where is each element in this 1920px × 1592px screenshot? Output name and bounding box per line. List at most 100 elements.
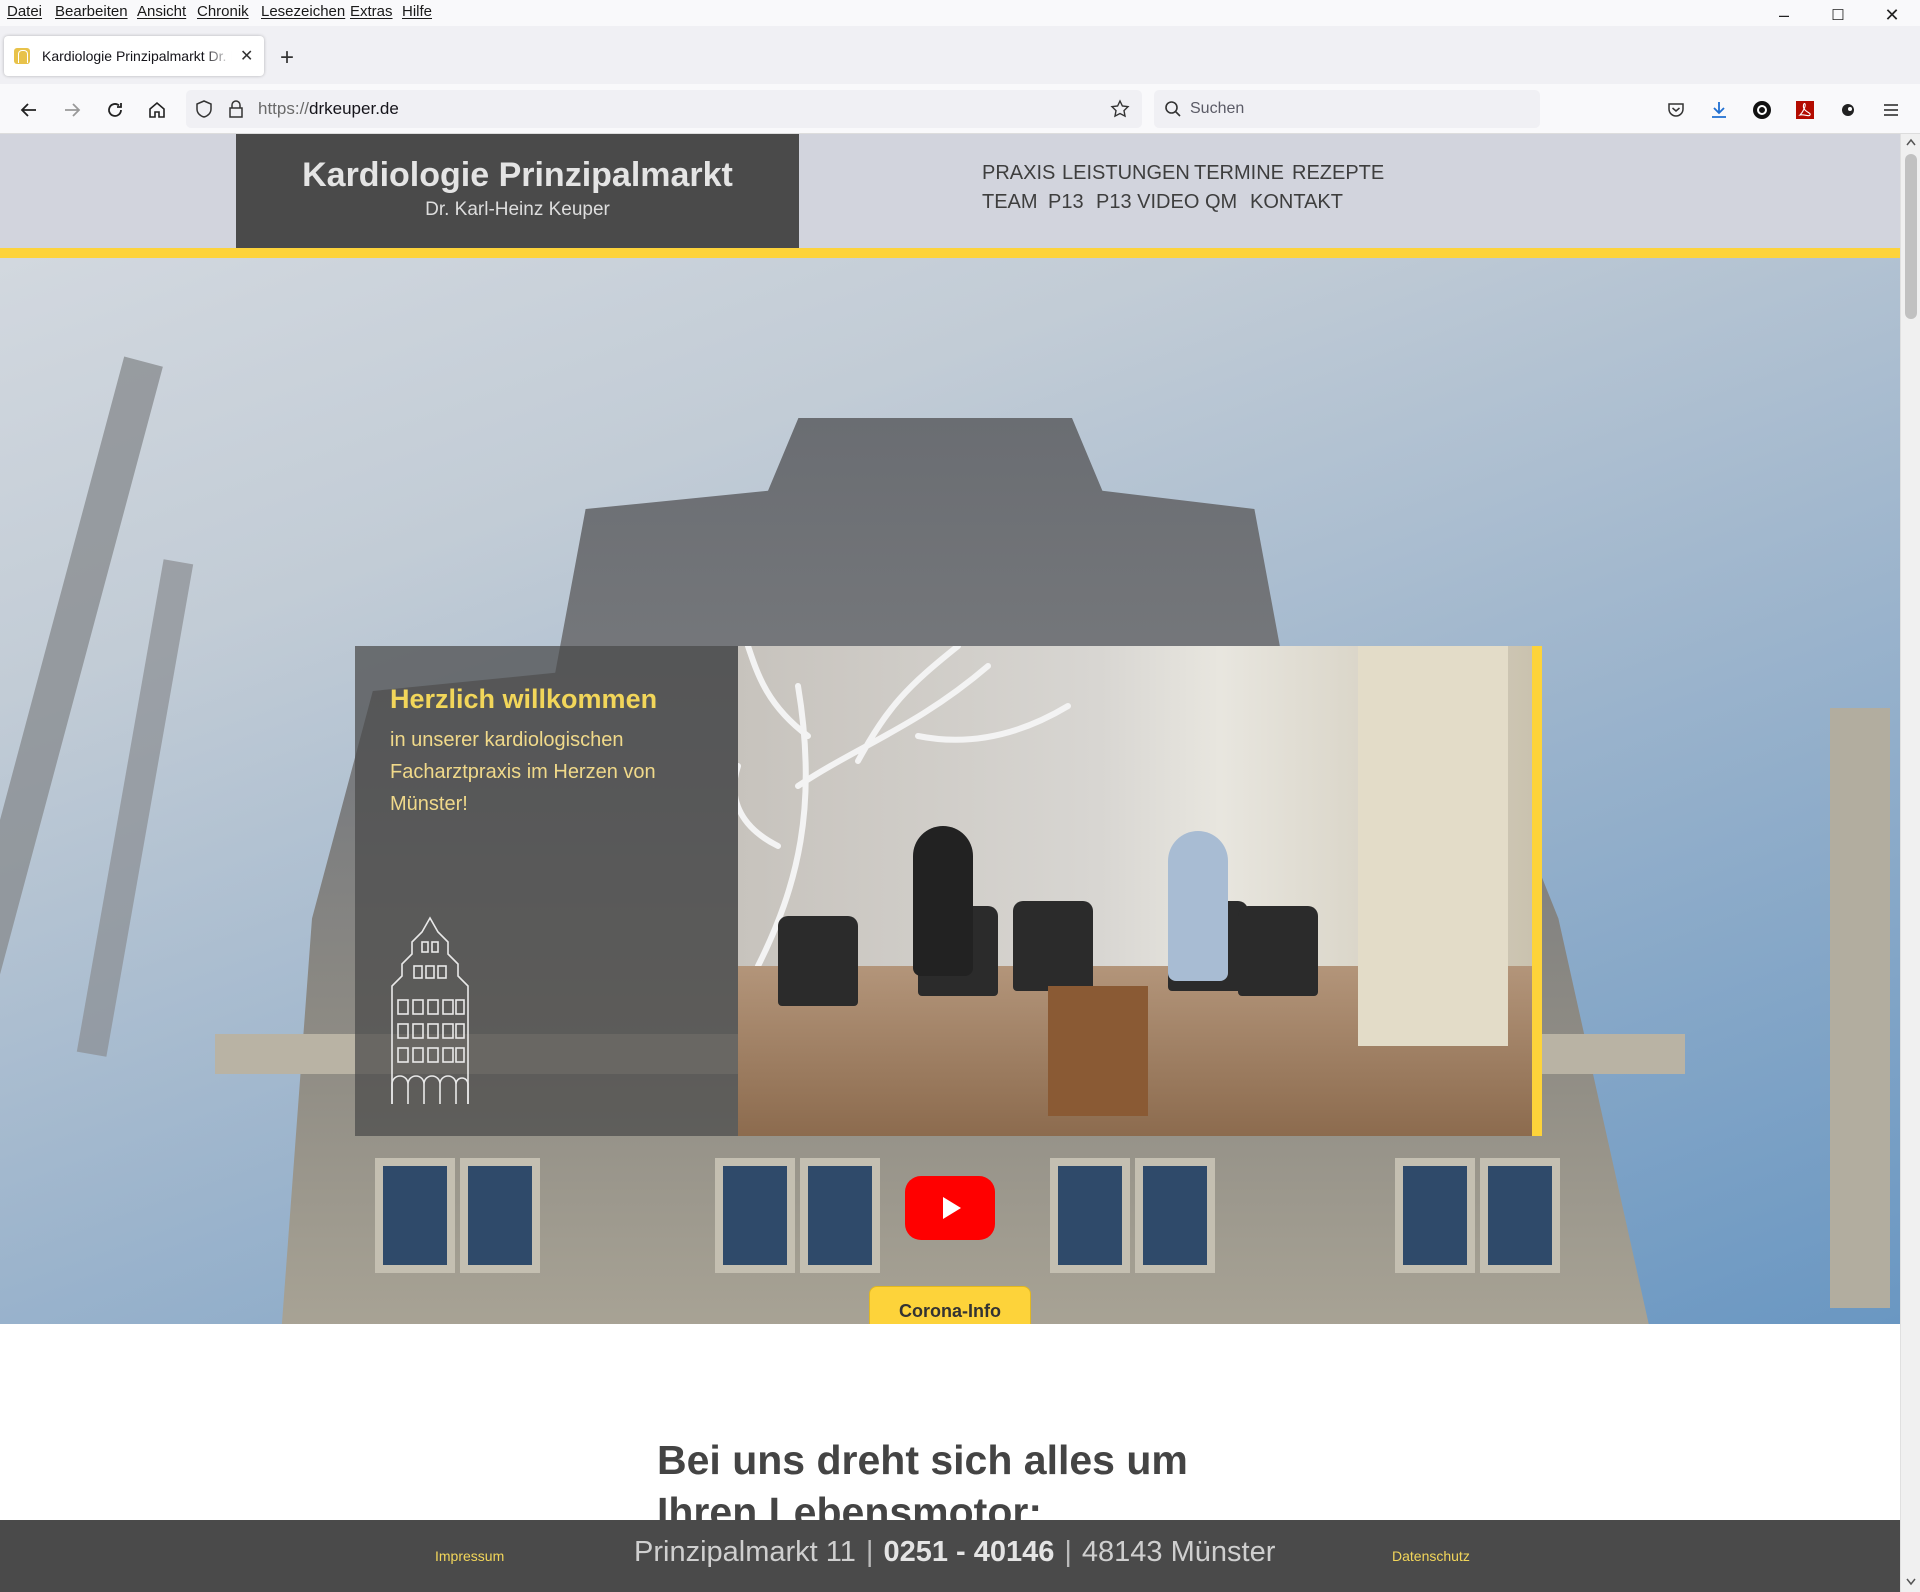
footer-street: Prinzipalmarkt 11: [634, 1536, 856, 1568]
close-window-button[interactable]: ✕: [1872, 2, 1912, 28]
home-icon: [149, 101, 165, 118]
menu-chronik[interactable]: Chronik: [197, 3, 249, 20]
arrow-right-icon: [65, 103, 81, 117]
waiting-room-photo: [738, 646, 1542, 1136]
footer-separator: |: [1064, 1536, 1072, 1568]
logo-subtitle: Dr. Karl-Heinz Keuper: [425, 199, 610, 220]
menu-datei[interactable]: Datei: [7, 3, 42, 20]
tab-close-button[interactable]: ✕: [240, 46, 253, 66]
pdf-extension-button[interactable]: [1791, 96, 1819, 124]
menu-extras[interactable]: Extras: [350, 3, 393, 20]
pdf-icon: [1796, 101, 1814, 119]
menu-lesezeichen[interactable]: Lesezeichen: [261, 3, 345, 20]
wooden-block-image: [1048, 986, 1148, 1116]
tab-title: Kardiologie Prinzipalmarkt Dr. K: [42, 48, 232, 64]
scrollbar-thumb[interactable]: [1905, 154, 1917, 319]
welcome-title: Herzlich willkommen: [390, 684, 658, 714]
star-icon[interactable]: [1110, 99, 1130, 119]
lock-icon[interactable]: [227, 99, 245, 119]
shield-icon[interactable]: [194, 99, 214, 119]
favicon-icon: [14, 48, 30, 64]
scroll-up-icon[interactable]: [1906, 138, 1916, 146]
impressum-link[interactable]: Impressum: [435, 1548, 504, 1564]
window-image: [800, 1158, 880, 1273]
window-image: [460, 1158, 540, 1273]
nav-termine[interactable]: TERMINE: [1194, 162, 1284, 185]
footer-separator: |: [865, 1536, 874, 1568]
youtube-play-button[interactable]: [905, 1176, 995, 1240]
hamburger-menu-icon: [1884, 104, 1898, 116]
nav-qm[interactable]: QM: [1205, 191, 1237, 214]
menu-hilfe[interactable]: Hilfe: [402, 3, 432, 20]
play-icon: [943, 1197, 961, 1219]
welcome-text: in unserer kardiologischen Facharztpraxi…: [390, 729, 656, 815]
forward-button[interactable]: [58, 96, 86, 124]
search-icon: [1165, 101, 1181, 117]
datenschutz-link[interactable]: Datenschutz: [1392, 1548, 1470, 1564]
browser-tab[interactable]: Kardiologie Prinzipalmarkt Dr. K ✕: [4, 36, 264, 76]
url-scheme: https://: [258, 99, 310, 118]
downloads-button[interactable]: [1705, 96, 1733, 124]
navigation-toolbar: https://drkeuper.de Suchen: [0, 84, 1920, 134]
reload-icon: [108, 103, 122, 117]
hero-section: Herzlich willkommen in unserer kardiolog…: [0, 258, 1900, 1324]
person-image: [1168, 831, 1228, 981]
menu-bearbeiten[interactable]: Bearbeiten: [55, 3, 128, 20]
chair-image: [1238, 906, 1318, 996]
search-placeholder: Suchen: [1190, 100, 1245, 117]
town-hall-outline-icon: [391, 916, 469, 1104]
menu-bar: Datei Bearbeiten Ansicht Chronik Lesezei…: [0, 0, 1920, 26]
extension-button-2[interactable]: [1834, 96, 1862, 124]
reload-button[interactable]: [101, 96, 129, 124]
window-image: [1395, 1158, 1475, 1273]
door-image: [1358, 646, 1508, 1046]
maximize-button[interactable]: ☐: [1818, 2, 1858, 28]
arrow-left-icon: [20, 103, 36, 117]
nav-rezepte[interactable]: REZEPTE: [1292, 162, 1384, 185]
back-button[interactable]: [15, 96, 43, 124]
tower-right-image: [1830, 708, 1890, 1308]
welcome-panel: Herzlich willkommen in unserer kardiolog…: [355, 646, 738, 1136]
nav-team[interactable]: TEAM: [982, 191, 1038, 214]
scroll-down-icon[interactable]: [1906, 1578, 1916, 1586]
web-page: Kardiologie Prinzipalmarkt Dr. Karl-Hein…: [0, 134, 1900, 1592]
header-accent-bar: [0, 248, 1900, 258]
extension-circle-icon: [1753, 101, 1771, 119]
window-image: [375, 1158, 455, 1273]
page-scrollbar[interactable]: [1900, 134, 1920, 1592]
sticky-footer: Impressum Prinzipalmarkt 11 | 0251 - 40146…: [0, 1520, 1900, 1592]
window-image: [1135, 1158, 1215, 1273]
site-logo[interactable]: Kardiologie Prinzipalmarkt Dr. Karl-Hein…: [236, 134, 799, 248]
nav-kontakt[interactable]: KONTAKT: [1250, 191, 1343, 214]
spire-left-2-image: [76, 559, 194, 1057]
chair-image: [1013, 901, 1093, 991]
footer-phone[interactable]: 0251 - 40146: [883, 1536, 1054, 1568]
window-image: [1480, 1158, 1560, 1273]
url-bar[interactable]: https://drkeuper.de: [186, 90, 1142, 128]
nav-praxis[interactable]: PRAXIS: [982, 162, 1055, 185]
nav-leistungen[interactable]: LEISTUNGEN: [1062, 162, 1190, 185]
new-tab-button[interactable]: +: [280, 46, 294, 70]
footer-address: Prinzipalmarkt 11 | 0251 - 40146 | 48143 Mün…: [634, 1536, 1275, 1569]
logo-title: Kardiologie Prinzipalmarkt: [302, 156, 733, 194]
url-text: https://drkeuper.de: [258, 99, 399, 119]
footer-city: 48143 Münster: [1081, 1536, 1276, 1568]
extension-button-1[interactable]: [1748, 96, 1776, 124]
url-host: drkeuper.de: [309, 99, 399, 118]
photo-accent-stripe: [1532, 646, 1542, 1136]
minimize-button[interactable]: –: [1764, 2, 1804, 28]
site-header: Kardiologie Prinzipalmarkt Dr. Karl-Hein…: [0, 134, 1900, 248]
search-bar[interactable]: Suchen: [1154, 90, 1540, 128]
pocket-icon: [1668, 103, 1684, 117]
window-image: [715, 1158, 795, 1273]
pocket-button[interactable]: [1662, 96, 1690, 124]
person-image: [913, 826, 973, 976]
nav-p13-video[interactable]: P13 VIDEO: [1096, 191, 1199, 214]
nav-p13[interactable]: P13: [1048, 191, 1084, 214]
home-button[interactable]: [143, 96, 171, 124]
app-menu-button[interactable]: [1877, 96, 1905, 124]
menu-ansicht[interactable]: Ansicht: [137, 3, 186, 20]
corona-info-button[interactable]: Corona-Info: [869, 1286, 1031, 1324]
window-image: [1050, 1158, 1130, 1273]
chair-image: [778, 916, 858, 1006]
